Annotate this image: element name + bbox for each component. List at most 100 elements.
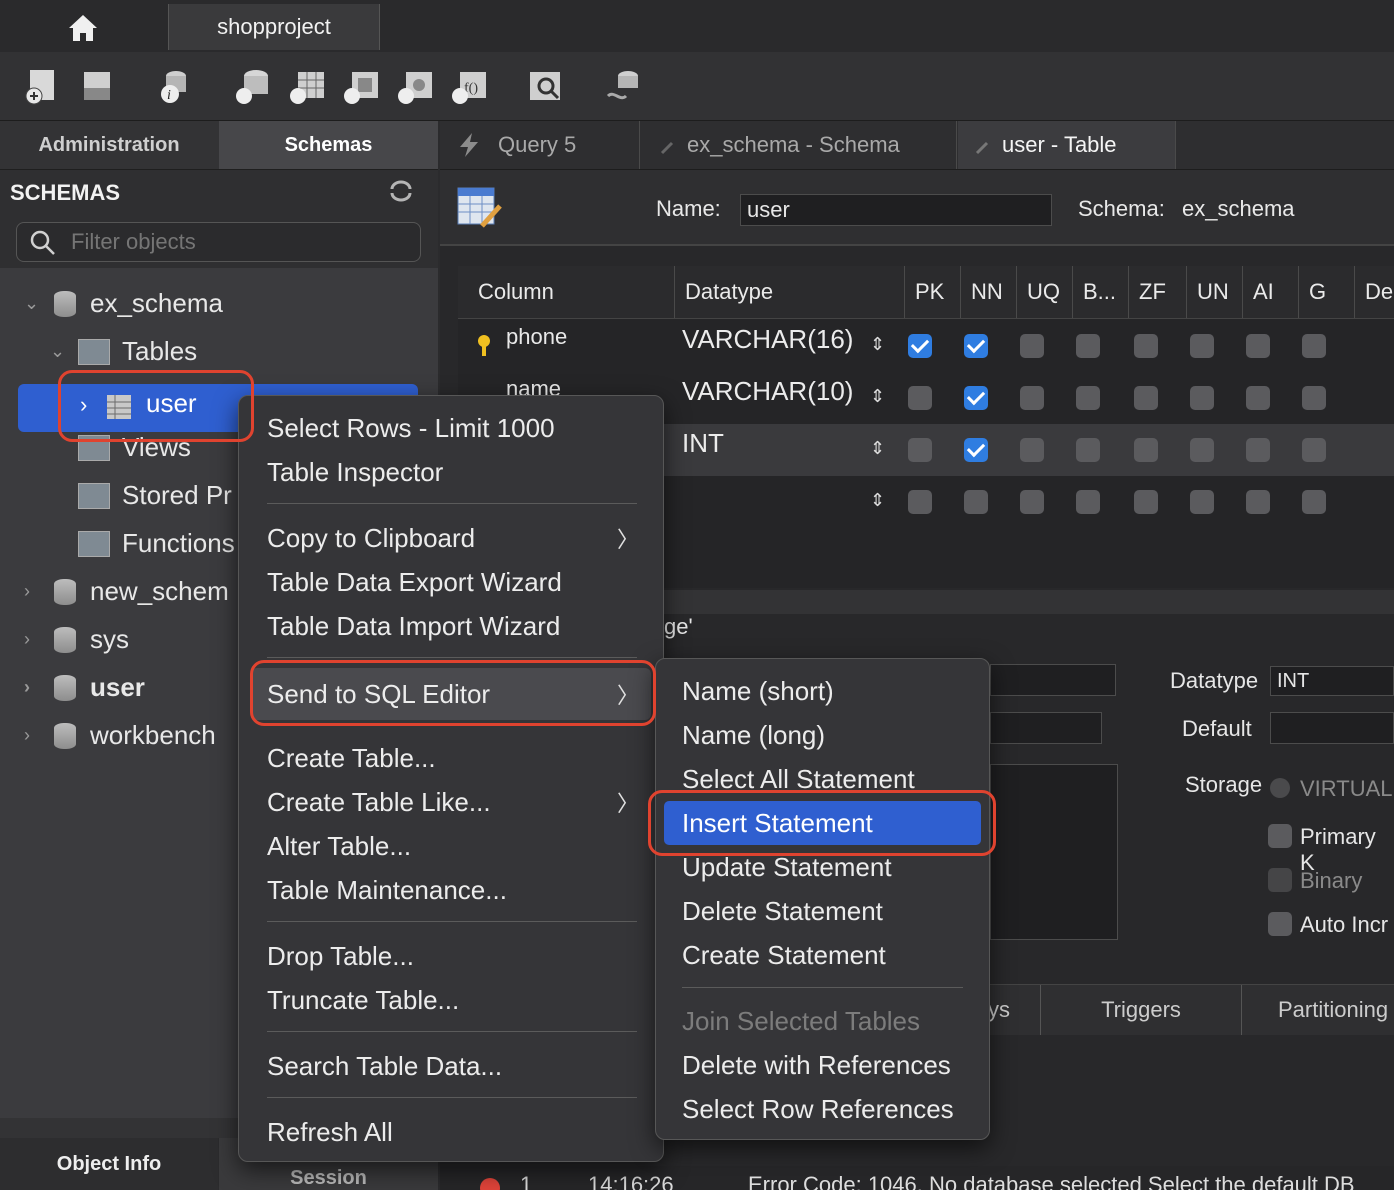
column-name-input[interactable]: [990, 664, 1116, 696]
submenu-item-delete-with-references[interactable]: Delete with References: [656, 1045, 989, 1085]
uq-checkbox[interactable]: [1020, 386, 1044, 410]
primary-key-checkbox[interactable]: [1268, 824, 1292, 848]
g-checkbox[interactable]: [1302, 386, 1326, 410]
col-header-zf[interactable]: ZF: [1128, 266, 1186, 318]
menu-item-create-table[interactable]: Create Table...: [239, 738, 663, 778]
virtual-radio[interactable]: [1270, 778, 1290, 798]
stepper-icon[interactable]: ⇕: [870, 386, 885, 407]
g-checkbox[interactable]: [1302, 438, 1326, 462]
datatype-cell[interactable]: VARCHAR(10): [682, 376, 853, 407]
chevron-right-icon[interactable]: ›: [24, 629, 46, 650]
datatype-cell[interactable]: INT: [682, 428, 724, 459]
menu-item-import-wizard[interactable]: Table Data Import Wizard: [239, 606, 663, 646]
un-checkbox[interactable]: [1190, 334, 1214, 358]
tree-sys[interactable]: › sys: [24, 624, 129, 655]
tree-new-schema[interactable]: › new_schem: [24, 576, 229, 607]
g-checkbox[interactable]: [1302, 490, 1326, 514]
tree-workbench[interactable]: › workbench: [24, 720, 216, 751]
menu-item-select-rows[interactable]: Select Rows - Limit 1000: [239, 408, 663, 448]
open-sql-script-icon[interactable]: [78, 66, 118, 106]
zf-checkbox[interactable]: [1134, 334, 1158, 358]
filter-objects-field[interactable]: [16, 222, 421, 262]
menu-item-create-table-like[interactable]: Create Table Like... 〉: [239, 782, 663, 822]
menu-item-truncate-table[interactable]: Truncate Table...: [239, 980, 663, 1020]
pk-checkbox[interactable]: [908, 438, 932, 462]
un-checkbox[interactable]: [1190, 386, 1214, 410]
zf-checkbox[interactable]: [1134, 438, 1158, 462]
auto-increment-checkbox[interactable]: [1268, 912, 1292, 936]
col-header-ai[interactable]: AI: [1242, 266, 1298, 318]
pk-checkbox[interactable]: [908, 334, 932, 358]
binary-checkbox[interactable]: [1268, 868, 1292, 892]
comments-textarea[interactable]: [990, 764, 1118, 940]
chevron-right-icon[interactable]: ›: [24, 725, 46, 746]
un-checkbox[interactable]: [1190, 438, 1214, 462]
tree-tables[interactable]: ⌄ Tables: [50, 336, 197, 367]
menu-item-table-maintenance[interactable]: Table Maintenance...: [239, 870, 663, 910]
ai-checkbox[interactable]: [1246, 438, 1270, 462]
ai-checkbox[interactable]: [1246, 334, 1270, 358]
nn-checkbox[interactable]: [964, 334, 988, 358]
submenu-item-name-long[interactable]: Name (long): [656, 715, 989, 755]
datatype-cell[interactable]: VARCHAR(16): [682, 324, 853, 355]
col-header-g[interactable]: G: [1298, 266, 1354, 318]
default-input[interactable]: [1270, 712, 1394, 744]
zf-checkbox[interactable]: [1134, 386, 1158, 410]
tree-functions[interactable]: Functions: [78, 528, 235, 559]
create-procedure-icon[interactable]: [396, 66, 436, 106]
stepper-icon[interactable]: ⇕: [870, 438, 885, 459]
tab-ex-schema[interactable]: ex_schema - Schema: [641, 121, 957, 169]
refresh-icon[interactable]: [388, 180, 414, 202]
ai-checkbox[interactable]: [1246, 386, 1270, 410]
col-header-column[interactable]: Column: [458, 266, 674, 318]
home-tab[interactable]: [0, 4, 166, 52]
tab-partitioning[interactable]: Partitioning: [1242, 985, 1394, 1035]
col-header-pk[interactable]: PK: [904, 266, 960, 318]
create-table-icon[interactable]: [288, 66, 328, 106]
g-checkbox[interactable]: [1302, 334, 1326, 358]
create-view-icon[interactable]: [342, 66, 382, 106]
col-header-default[interactable]: De: [1354, 266, 1394, 318]
pk-checkbox[interactable]: [908, 386, 932, 410]
col-header-bin[interactable]: B...: [1072, 266, 1128, 318]
connection-tab[interactable]: shopproject: [168, 4, 380, 50]
stepper-icon[interactable]: ⇕: [870, 334, 885, 355]
bin-checkbox[interactable]: [1076, 334, 1100, 358]
tab-query-5[interactable]: Query 5: [440, 121, 640, 169]
datatype-input[interactable]: INT: [1270, 666, 1394, 696]
chevron-down-icon[interactable]: ⌄: [24, 293, 46, 314]
chevron-down-icon[interactable]: ⌄: [50, 341, 72, 362]
collation-select[interactable]: [990, 712, 1102, 744]
bin-checkbox[interactable]: [1076, 438, 1100, 462]
search-table-data-icon[interactable]: [526, 66, 566, 106]
bin-checkbox[interactable]: [1076, 386, 1100, 410]
menu-item-refresh-all[interactable]: Refresh All: [239, 1112, 663, 1152]
menu-item-drop-table[interactable]: Drop Table...: [239, 936, 663, 976]
tab-foreign-keys[interactable]: ys: [988, 985, 1041, 1035]
pk-checkbox[interactable]: [908, 490, 932, 514]
ai-checkbox[interactable]: [1246, 490, 1270, 514]
tree-ex-schema[interactable]: ⌄ ex_schema: [24, 288, 223, 319]
bin-checkbox[interactable]: [1076, 490, 1100, 514]
submenu-item-select-row-references[interactable]: Select Row References: [656, 1089, 989, 1129]
chevron-right-icon[interactable]: ›: [24, 581, 46, 602]
inspector-icon[interactable]: i: [154, 66, 194, 106]
col-header-un[interactable]: UN: [1186, 266, 1242, 318]
menu-item-table-inspector[interactable]: Table Inspector: [239, 452, 663, 492]
uq-checkbox[interactable]: [1020, 438, 1044, 462]
menu-item-copy-to-clipboard[interactable]: Copy to Clipboard 〉: [239, 518, 663, 558]
tab-administration[interactable]: Administration: [0, 121, 218, 169]
create-function-icon[interactable]: f(): [450, 66, 490, 106]
reconnect-icon[interactable]: [604, 66, 644, 106]
col-header-uq[interactable]: UQ: [1016, 266, 1072, 318]
uq-checkbox[interactable]: [1020, 334, 1044, 358]
zf-checkbox[interactable]: [1134, 490, 1158, 514]
tab-schemas[interactable]: Schemas: [219, 121, 438, 169]
tab-triggers[interactable]: Triggers: [1041, 985, 1242, 1035]
menu-item-alter-table[interactable]: Alter Table...: [239, 826, 663, 866]
nn-checkbox[interactable]: [964, 490, 988, 514]
submenu-item-create-statement[interactable]: Create Statement: [656, 935, 989, 975]
tree-user-db[interactable]: › user: [24, 672, 145, 703]
col-header-nn[interactable]: NN: [960, 266, 1016, 318]
tree-stored-procedures[interactable]: Stored Pr: [78, 480, 232, 511]
